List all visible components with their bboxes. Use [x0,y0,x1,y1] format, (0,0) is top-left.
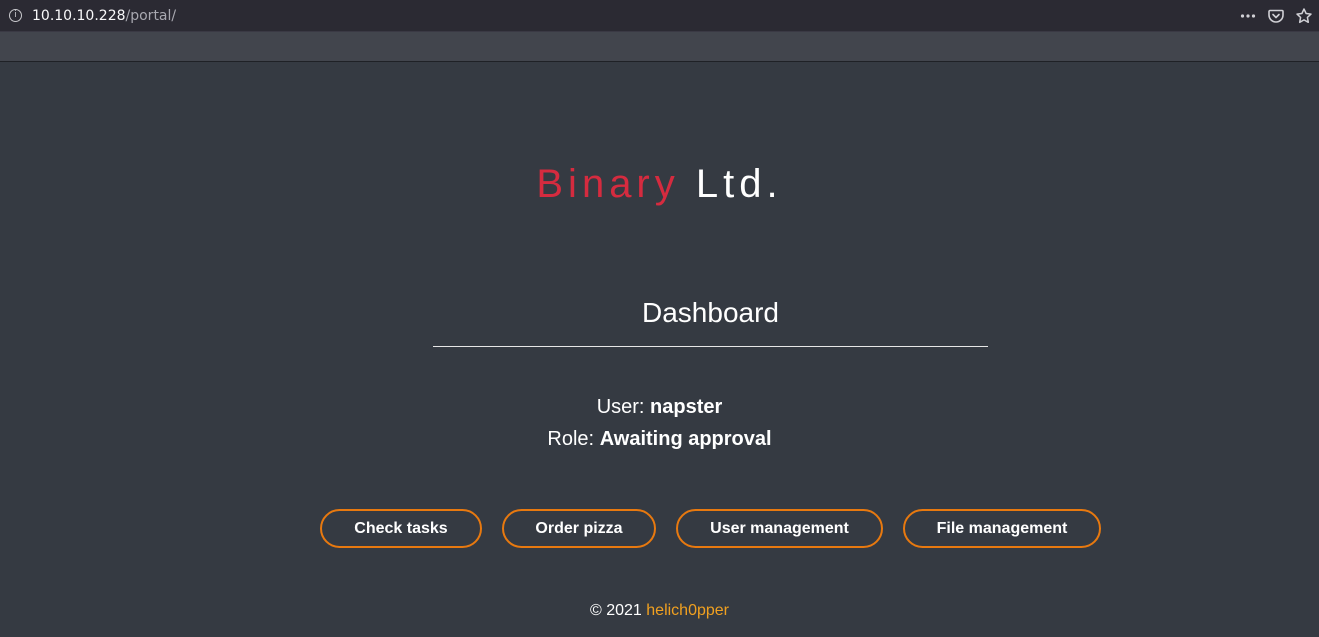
brand-part2: Ltd. [695,162,783,206]
title-divider [433,346,988,347]
footer: © 2021 helich0pper [0,601,1319,620]
role-info: Role: Awaiting approval [0,427,1319,451]
author-link[interactable]: helich0pper [646,602,729,619]
role-value: Awaiting approval [599,428,772,450]
info-icon[interactable]: i [9,9,22,22]
brand-logo: Binary Ltd. [0,160,1319,208]
brand-part1: Binary [536,162,680,206]
user-label: User: [596,396,645,418]
user-info: User: napster [0,395,1319,419]
address-bar[interactable]: i 10.10.10.228/portal/ [0,0,1319,32]
url-host: 10.10.10.228 [32,8,126,24]
browser-toolbar [0,32,1319,62]
role-label: Role: [547,428,595,450]
copyright-text: © 2021 [589,602,642,619]
urlbar-actions [1239,6,1313,26]
url-path: /portal/ [125,8,177,24]
file-management-button[interactable]: File management [903,509,1101,548]
order-pizza-button[interactable]: Order pizza [502,509,656,548]
url-text[interactable]: 10.10.10.228/portal/ [32,8,176,24]
check-tasks-button[interactable]: Check tasks [320,509,482,548]
page-title: Dashboard [642,297,779,328]
bookmark-star-icon[interactable] [1295,7,1313,25]
pocket-icon[interactable] [1267,7,1285,25]
more-options-icon[interactable] [1239,7,1257,25]
user-management-button[interactable]: User management [676,509,883,548]
user-value: napster [650,396,723,418]
